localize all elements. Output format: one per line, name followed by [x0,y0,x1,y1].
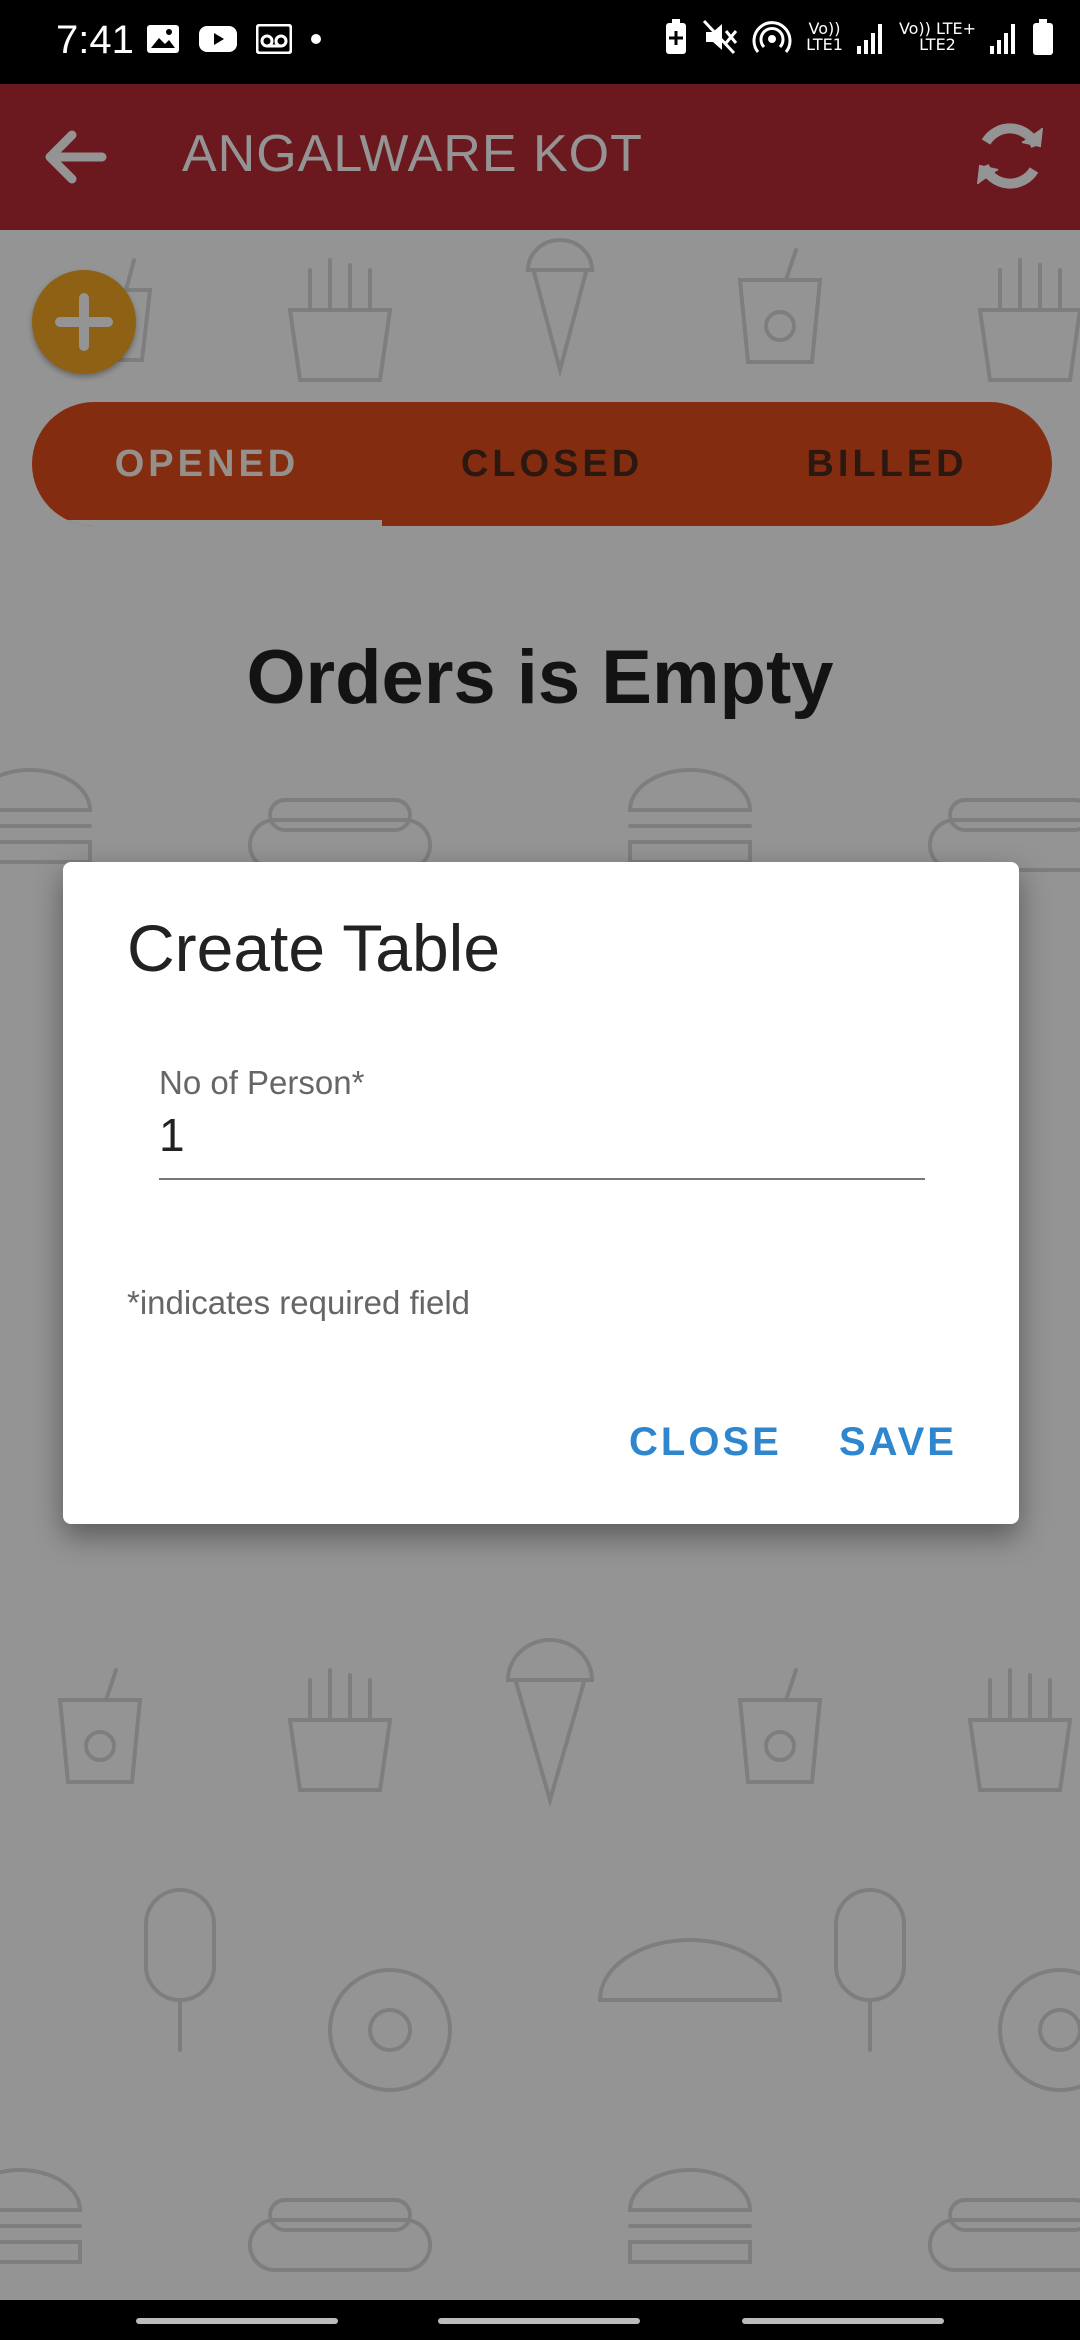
close-button[interactable]: CLOSE [629,1420,782,1465]
sim2-signal-icon [990,24,1015,54]
battery-icon [1033,19,1053,55]
hotspot-icon [752,21,792,53]
sim1-signal-icon [856,24,882,54]
navigation-bar [0,2300,1080,2340]
gallery-icon [147,25,179,53]
person-count-label: No of Person* [159,1064,365,1101]
status-bar: 7:41 Vo)) LTE1 Vo)) LTE+ LTE2 [0,0,1080,84]
mute-icon [703,19,738,55]
voicemail-icon [256,24,292,54]
required-field-note: *indicates required field [127,1284,471,1321]
person-count-input[interactable]: 1 [159,1108,185,1162]
create-table-dialog: Create Table No of Person* 1 *indicates … [63,862,1019,1524]
nav-handle-right[interactable] [742,2318,944,2324]
dialog-title: Create Table [127,911,501,985]
battery-saver-icon [666,19,687,54]
save-button[interactable]: SAVE [839,1420,957,1465]
input-underline [159,1178,925,1180]
nav-handle-center[interactable] [438,2318,640,2324]
sim1-label-bottom: LTE1 [806,35,843,54]
sim2-label-bottom: LTE2 [919,35,956,54]
nav-handle-left[interactable] [136,2318,338,2324]
status-time: 7:41 [56,18,134,62]
dot-icon [311,34,321,44]
youtube-icon [199,26,237,52]
